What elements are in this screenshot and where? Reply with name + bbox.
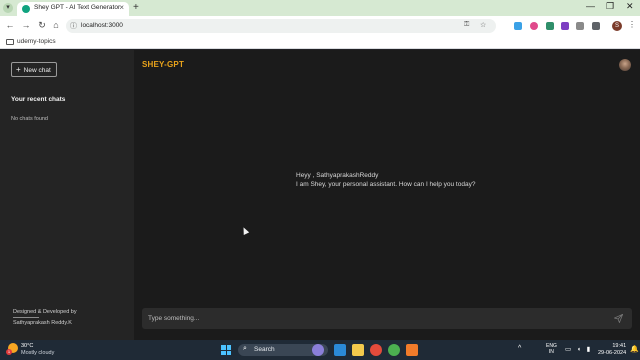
lang-line-2: IN <box>548 349 554 355</box>
extension-2-icon[interactable] <box>530 22 538 30</box>
tab-title: Shey GPT - AI Text Generator <box>34 4 121 11</box>
chatgpt-favicon-icon <box>22 5 30 13</box>
clock-date: 29-06-2024 <box>598 350 627 356</box>
mouse-cursor <box>240 226 250 235</box>
weather-temperature[interactable]: 30°C <box>21 343 33 349</box>
welcome-message: Heyy , SathyaprakashReddy I am Shey, you… <box>296 171 475 189</box>
close-tab-icon[interactable]: × <box>119 3 124 12</box>
address-bar[interactable]: ⓘ localhost:3000 ⚿ ☆ <box>66 19 496 33</box>
taskbar-app-copilot-icon[interactable] <box>312 344 324 356</box>
weather-alert-badge: 1 <box>6 349 12 355</box>
extension-1-icon[interactable] <box>514 22 522 30</box>
bookmark-udemy-topics[interactable]: udemy-topics <box>17 38 56 45</box>
back-icon[interactable]: ← <box>4 20 16 30</box>
message-composer <box>142 308 632 329</box>
taskbar-chrome-profile-icon[interactable] <box>388 344 400 356</box>
greeting-text: Heyy , SathyaprakashReddy <box>296 172 379 179</box>
taskbar-vscode-icon[interactable] <box>334 344 346 356</box>
extension-4-icon[interactable] <box>561 22 569 30</box>
site-info-icon[interactable]: ⓘ <box>70 21 77 31</box>
maximize-icon[interactable]: ❐ <box>606 1 614 12</box>
plus-icon: + <box>16 65 21 74</box>
language-indicator[interactable]: ENG IN <box>546 343 557 355</box>
extensions-puzzle-icon[interactable] <box>592 22 600 30</box>
start-button[interactable] <box>221 345 231 355</box>
empty-chats-text: No chats found <box>11 116 48 122</box>
new-chat-button[interactable]: + New chat <box>11 62 57 77</box>
minimize-icon[interactable]: — <box>586 1 595 11</box>
weather-description[interactable]: Mostly cloudy <box>21 350 54 356</box>
new-tab-button[interactable]: + <box>133 2 139 13</box>
credit-label: Designed & Developed by <box>13 309 77 315</box>
tray-overflow-icon[interactable]: ^ <box>518 345 521 352</box>
extension-3-icon[interactable] <box>546 22 554 30</box>
intro-text: I am Shey, your personal assistant. How … <box>296 181 476 188</box>
system-clock[interactable]: 19:41 29-06-2024 <box>598 343 626 357</box>
search-icon: ⌕ <box>243 345 247 352</box>
browser-tab[interactable]: Shey GPT - AI Text Generator × <box>17 2 129 16</box>
brand-logo[interactable]: SHEY-GPT <box>142 60 184 69</box>
taskbar-file-explorer-icon[interactable] <box>352 344 364 356</box>
password-key-icon[interactable]: ⚿ <box>464 21 469 29</box>
folder-icon <box>6 39 14 45</box>
recent-chats-heading: Your recent chats <box>11 96 66 103</box>
sidebar: + New chat Your recent chats No chats fou… <box>0 50 134 340</box>
taskbar-app-icon[interactable] <box>406 344 418 356</box>
credit-name: Sathyaprakash Reddy.K <box>13 320 72 326</box>
search-label: Search <box>254 346 275 353</box>
clock-time: 19:41 <box>612 343 627 349</box>
app-root: + New chat Your recent chats No chats fou… <box>0 50 640 340</box>
message-input[interactable] <box>148 312 598 325</box>
windows-taskbar: 1 30°C Mostly cloudy ⌕ Search ^ ENG IN ▭… <box>0 340 640 360</box>
user-avatar[interactable] <box>619 59 631 71</box>
browser-menu-icon[interactable]: ⋮ <box>628 20 636 29</box>
browser-tab-strip: ▾ Shey GPT - AI Text Generator × + — ❐ ✕ <box>0 0 640 16</box>
tray-network-volume-battery-icons[interactable]: ▭ ◖ ▮ <box>565 345 592 353</box>
credit-divider <box>13 317 39 318</box>
notification-bell-icon[interactable]: 🔔 <box>630 345 639 353</box>
url-text: localhost:3000 <box>81 22 123 29</box>
bookmark-star-icon[interactable]: ☆ <box>480 21 486 29</box>
home-icon[interactable]: ⌂ <box>50 20 62 30</box>
bookmarks-bar: udemy-topics <box>0 36 640 49</box>
tab-search-icon[interactable]: ▾ <box>3 3 13 13</box>
new-chat-label: New chat <box>23 67 51 74</box>
send-icon[interactable] <box>613 313 624 324</box>
reload-icon[interactable]: ↻ <box>36 20 48 31</box>
close-window-icon[interactable]: ✕ <box>626 1 634 12</box>
taskbar-chrome-icon[interactable] <box>370 344 382 356</box>
profile-avatar[interactable]: S <box>612 21 622 31</box>
forward-icon[interactable]: → <box>20 20 32 30</box>
extension-5-icon[interactable] <box>576 22 584 30</box>
browser-toolbar: ← → ↻ ⌂ ⓘ localhost:3000 ⚿ ☆ S ⋮ <box>0 16 640 36</box>
